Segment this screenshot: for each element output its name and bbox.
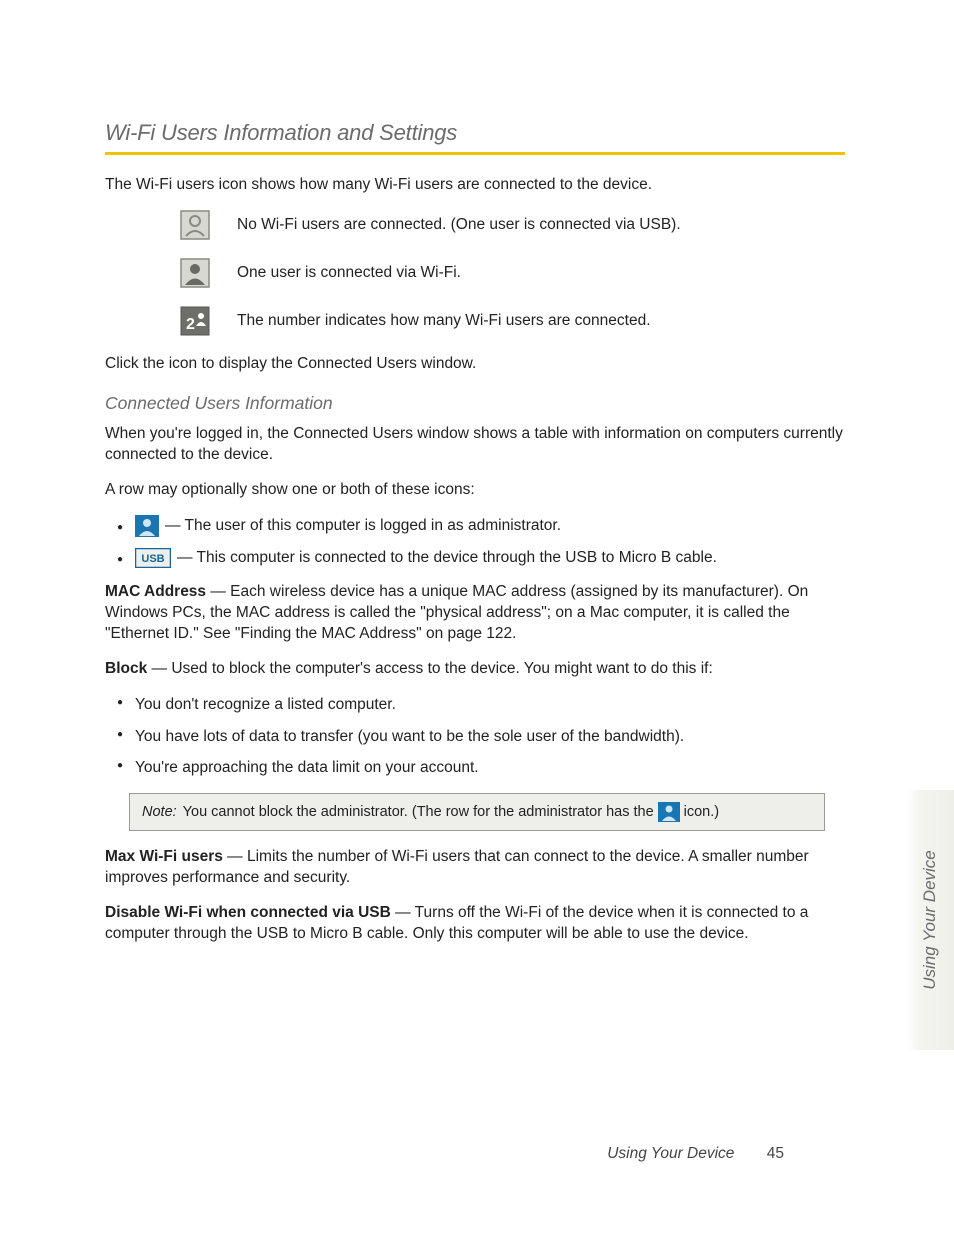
disable-wifi-paragraph: Disable Wi-Fi when connected via USB — T… [105, 903, 845, 945]
mac-address-body: — Each wireless device has a unique MAC … [105, 583, 808, 642]
footer-chapter: Using Your Device [607, 1145, 734, 1162]
block-reasons-list: You don't recognize a listed computer. Y… [105, 694, 845, 779]
icon-row-1-text: One user is connected via Wi-Fi. [225, 264, 845, 282]
mac-address-lead: MAC Address [105, 583, 206, 600]
wifi-users-one-icon [165, 258, 225, 288]
footer-page-number: 45 [767, 1145, 784, 1162]
note-box: Note: You cannot block the administrator… [129, 793, 825, 831]
usb-badge-icon: USB [135, 547, 171, 569]
block-paragraph: Block — Used to block the computer's acc… [105, 659, 845, 680]
icon-row-2-text: The number indicates how many Wi-Fi user… [225, 312, 845, 330]
side-tab-label: Using Your Device [920, 850, 940, 990]
side-tab: Using Your Device [906, 790, 954, 1050]
note-label: Note: [142, 804, 177, 820]
wifi-users-number-icon: 2 [165, 306, 225, 336]
sub-paragraph-1: When you're logged in, the Connected Use… [105, 424, 845, 466]
block-body: — Used to block the computer's access to… [147, 660, 713, 677]
icon-bullet-0: — The user of this computer is logged in… [105, 515, 845, 537]
page-content: Wi-Fi Users Information and Settings The… [105, 120, 845, 959]
svg-text:2: 2 [186, 316, 195, 333]
icon-row-0-text: No Wi-Fi users are connected. (One user … [225, 216, 845, 234]
sub-paragraph-2: A row may optionally show one or both of… [105, 480, 845, 501]
subsection-title: Connected Users Information [105, 393, 845, 414]
icon-bullet-1: USB — This computer is connected to the … [105, 547, 845, 569]
icon-bullet-list: — The user of this computer is logged in… [105, 515, 845, 569]
block-lead: Block [105, 660, 147, 677]
icon-row-1: One user is connected via Wi-Fi. [105, 258, 845, 288]
click-prompt: Click the icon to display the Connected … [105, 354, 845, 375]
max-wifi-paragraph: Max Wi-Fi users — Limits the number of W… [105, 847, 845, 889]
note-text-b: icon.) [684, 804, 719, 820]
icon-bullet-0-text: — The user of this computer is logged in… [165, 515, 561, 537]
max-wifi-lead: Max Wi-Fi users [105, 848, 223, 865]
block-reason-1: You have lots of data to transfer (you w… [105, 726, 845, 748]
disable-wifi-lead: Disable Wi-Fi when connected via USB [105, 904, 391, 921]
block-reason-0: You don't recognize a listed computer. [105, 694, 845, 716]
mac-address-paragraph: MAC Address — Each wireless device has a… [105, 582, 845, 645]
block-reason-2: You're approaching the data limit on you… [105, 757, 845, 779]
icon-row-0: No Wi-Fi users are connected. (One user … [105, 210, 845, 240]
page-title: Wi-Fi Users Information and Settings [105, 120, 845, 146]
note-text-a: You cannot block the administrator. (The… [183, 804, 654, 820]
wifi-users-none-icon [165, 210, 225, 240]
admin-user-icon [135, 515, 159, 537]
intro-paragraph: The Wi-Fi users icon shows how many Wi-F… [105, 175, 845, 196]
svg-text:USB: USB [141, 553, 164, 565]
title-rule [105, 152, 845, 155]
admin-user-icon-small [658, 802, 680, 822]
icon-bullet-1-text: — This computer is connected to the devi… [177, 547, 717, 569]
icon-row-2: 2 The number indicates how many Wi-Fi us… [105, 306, 845, 336]
page-footer: Using Your Device 45 [0, 1145, 954, 1163]
